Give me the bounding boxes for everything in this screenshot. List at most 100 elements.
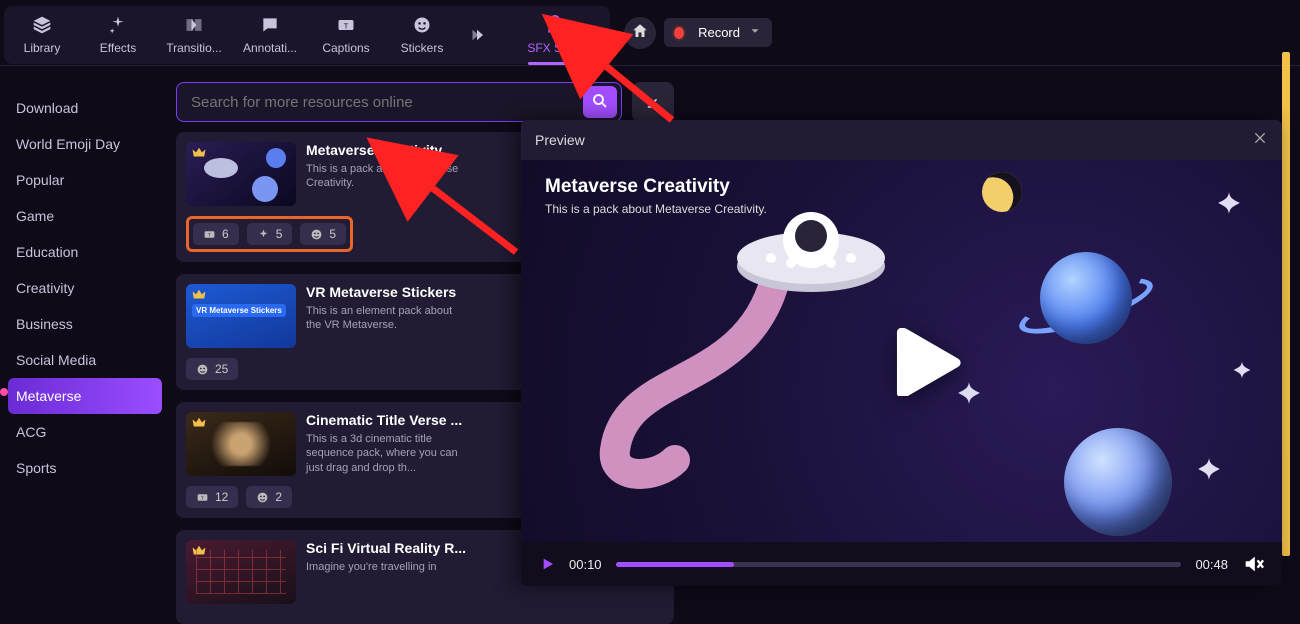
- pack-thumbnail: VR Metaverse Stickers: [186, 284, 296, 348]
- tab-label: SFX Store: [527, 41, 582, 55]
- chevron-down-icon: [748, 24, 762, 41]
- tab-library[interactable]: Library: [4, 6, 80, 64]
- count-chip: 25: [186, 358, 238, 380]
- pack-desc: This is a pack about Metaverse Creativit…: [306, 162, 466, 191]
- search-row: [176, 82, 674, 122]
- tab-group-left: Library Effects Transitio... Annotati...…: [4, 6, 610, 64]
- count-chip: 5: [300, 223, 346, 245]
- tab-transitions[interactable]: Transitio...: [156, 6, 232, 64]
- sidebar-item-social-media[interactable]: Social Media: [0, 342, 170, 378]
- sidebar-item-sports[interactable]: Sports: [0, 450, 170, 486]
- seek-progress: [616, 562, 735, 567]
- tab-label: Transitio...: [166, 41, 222, 55]
- time-total: 00:48: [1195, 557, 1228, 572]
- sticker-icon: [196, 363, 209, 376]
- close-button[interactable]: [1252, 130, 1268, 151]
- pack-text: Cinematic Title Verse ... This is a 3d ci…: [306, 412, 466, 476]
- seek-bar[interactable]: [616, 562, 1182, 567]
- topbar-right: Record: [624, 17, 772, 49]
- sidebar-item-game[interactable]: Game: [0, 198, 170, 234]
- tab-more[interactable]: [460, 6, 500, 64]
- sidebar-item-business[interactable]: Business: [0, 306, 170, 342]
- sidebar-item-acg[interactable]: ACG: [0, 414, 170, 450]
- pack-title: VR Metaverse Stickers: [306, 284, 466, 300]
- download-icon: [644, 92, 662, 113]
- star-decor: [1216, 190, 1242, 216]
- star-decor: [1196, 456, 1222, 482]
- count-chip: 12: [186, 486, 238, 508]
- chip-count: 5: [329, 227, 336, 241]
- planet-decor: [1040, 252, 1132, 344]
- tab-captions[interactable]: Captions: [308, 6, 384, 64]
- preview-header: Preview: [521, 120, 1282, 160]
- tab-annotations[interactable]: Annotati...: [232, 6, 308, 64]
- tab-stickers[interactable]: Stickers: [384, 6, 460, 64]
- tab-label: Annotati...: [243, 41, 297, 55]
- crown-icon: [190, 146, 208, 160]
- close-icon: [1252, 130, 1268, 146]
- chip-count: 5: [276, 227, 283, 241]
- crown-icon: [190, 288, 208, 302]
- chip-count: 2: [275, 490, 282, 504]
- planet-decor: [1064, 428, 1172, 536]
- star-decor: [1232, 360, 1252, 380]
- pack-desc: This is a 3d cinematic title sequence pa…: [306, 432, 466, 475]
- caption-icon: [203, 228, 216, 241]
- speech-bubble-icon: [260, 15, 280, 35]
- record-dot-icon: [674, 27, 684, 39]
- pack-title: Sci Fi Virtual Reality R...: [306, 540, 466, 556]
- count-chip: 5: [247, 223, 293, 245]
- record-button[interactable]: Record: [664, 18, 772, 47]
- tab-label: Stickers: [401, 41, 444, 55]
- tab-effects[interactable]: Effects: [80, 6, 156, 64]
- pack-desc: This is an element pack about the VR Met…: [306, 304, 466, 333]
- sidebar-item-world-emoji-day[interactable]: World Emoji Day: [0, 126, 170, 162]
- active-dot-icon: [0, 388, 8, 396]
- tab-label: Captions: [322, 41, 369, 55]
- sidebar-item-education[interactable]: Education: [0, 234, 170, 270]
- count-chip: 6: [193, 223, 239, 245]
- more-icon: [470, 25, 490, 45]
- pack-text: Metaverse Creativity This is a pack about…: [306, 142, 466, 206]
- chip-row: 25: [186, 358, 238, 380]
- count-chip: 2: [246, 486, 292, 508]
- preview-controls: 00:10 00:48: [521, 542, 1282, 586]
- chip-count: 12: [215, 490, 228, 504]
- stack-icon: [32, 15, 52, 35]
- tab-label: Library: [24, 41, 61, 55]
- downloads-button[interactable]: [632, 82, 674, 122]
- active-underline: [528, 62, 582, 65]
- preview-video[interactable]: Metaverse Creativity This is a pack abou…: [521, 160, 1282, 542]
- play-button[interactable]: [539, 556, 555, 572]
- preview-header-label: Preview: [535, 132, 585, 148]
- search-input[interactable]: [181, 94, 583, 111]
- chip-row: 6 5 5: [186, 216, 353, 252]
- pack-thumbnail: [186, 540, 296, 604]
- pack-desc: Imagine you're travelling in: [306, 560, 466, 574]
- preview-panel: Preview Metaverse Creativity This is a p…: [521, 120, 1282, 586]
- tab-label: Effects: [100, 41, 136, 55]
- sidebar-item-popular[interactable]: Popular: [0, 162, 170, 198]
- time-current: 00:10: [569, 557, 602, 572]
- home-icon: [631, 22, 649, 43]
- chip-row: 12 2: [186, 486, 292, 508]
- pack-title: Metaverse Creativity: [306, 142, 466, 158]
- sparkle-icon: [108, 15, 128, 35]
- mute-button[interactable]: [1242, 553, 1264, 575]
- tab-sfx-store[interactable]: SFX Store: [500, 6, 610, 64]
- store-bag-icon: [545, 15, 565, 35]
- caption-icon: [196, 491, 209, 504]
- search-icon: [591, 92, 609, 113]
- edge-decor: [1282, 52, 1290, 556]
- search-button[interactable]: [583, 86, 617, 118]
- sticker-icon: [310, 228, 323, 241]
- pack-thumbnail: [186, 412, 296, 476]
- play-overlay-button[interactable]: [886, 328, 968, 396]
- sidebar-item-download[interactable]: Download: [0, 90, 170, 126]
- sticker-icon: [412, 15, 432, 35]
- sidebar-item-creativity[interactable]: Creativity: [0, 270, 170, 306]
- pack-title: Cinematic Title Verse ...: [306, 412, 466, 428]
- home-button[interactable]: [624, 17, 656, 49]
- sidebar-item-metaverse[interactable]: Metaverse: [8, 378, 162, 414]
- category-sidebar: DownloadWorld Emoji DayPopularGameEducat…: [0, 76, 170, 590]
